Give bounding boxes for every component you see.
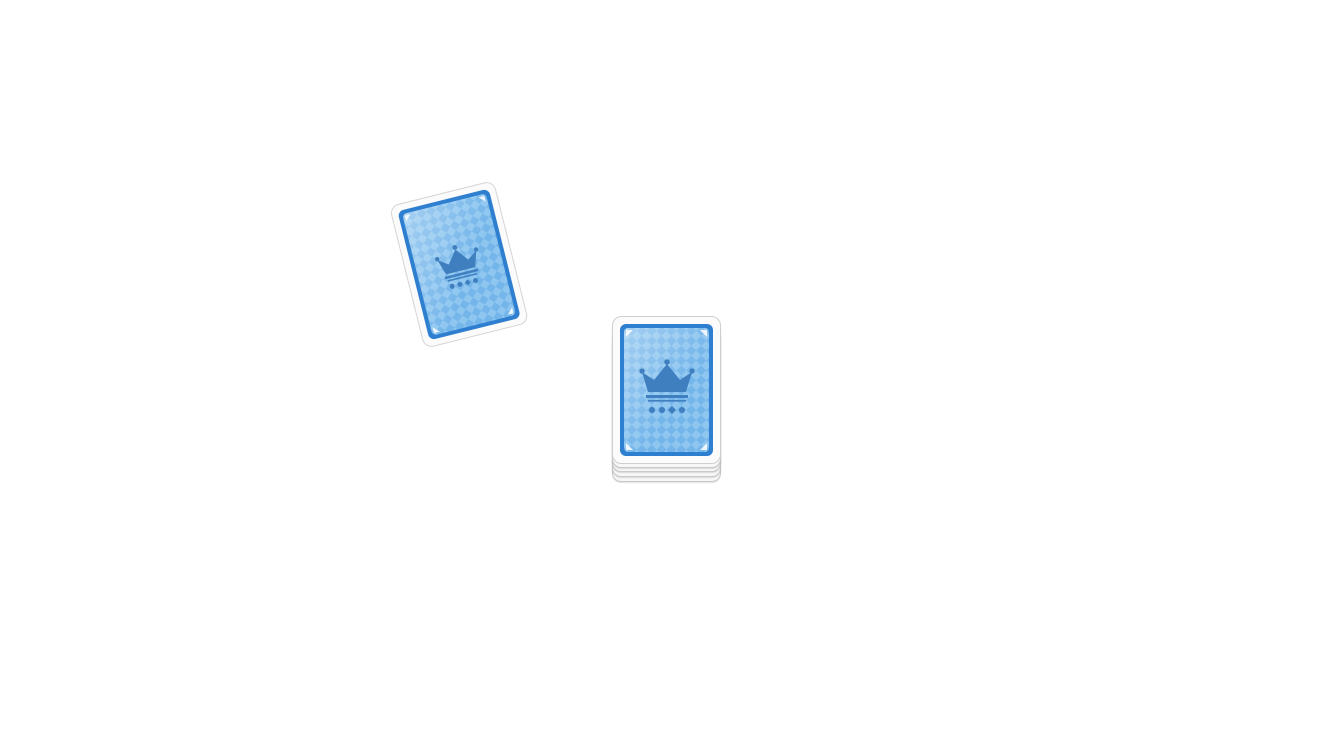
game-table	[0, 0, 1334, 750]
deck-top-card[interactable]	[612, 316, 721, 464]
card-deck[interactable]	[612, 316, 721, 482]
dealt-card[interactable]	[389, 180, 529, 349]
